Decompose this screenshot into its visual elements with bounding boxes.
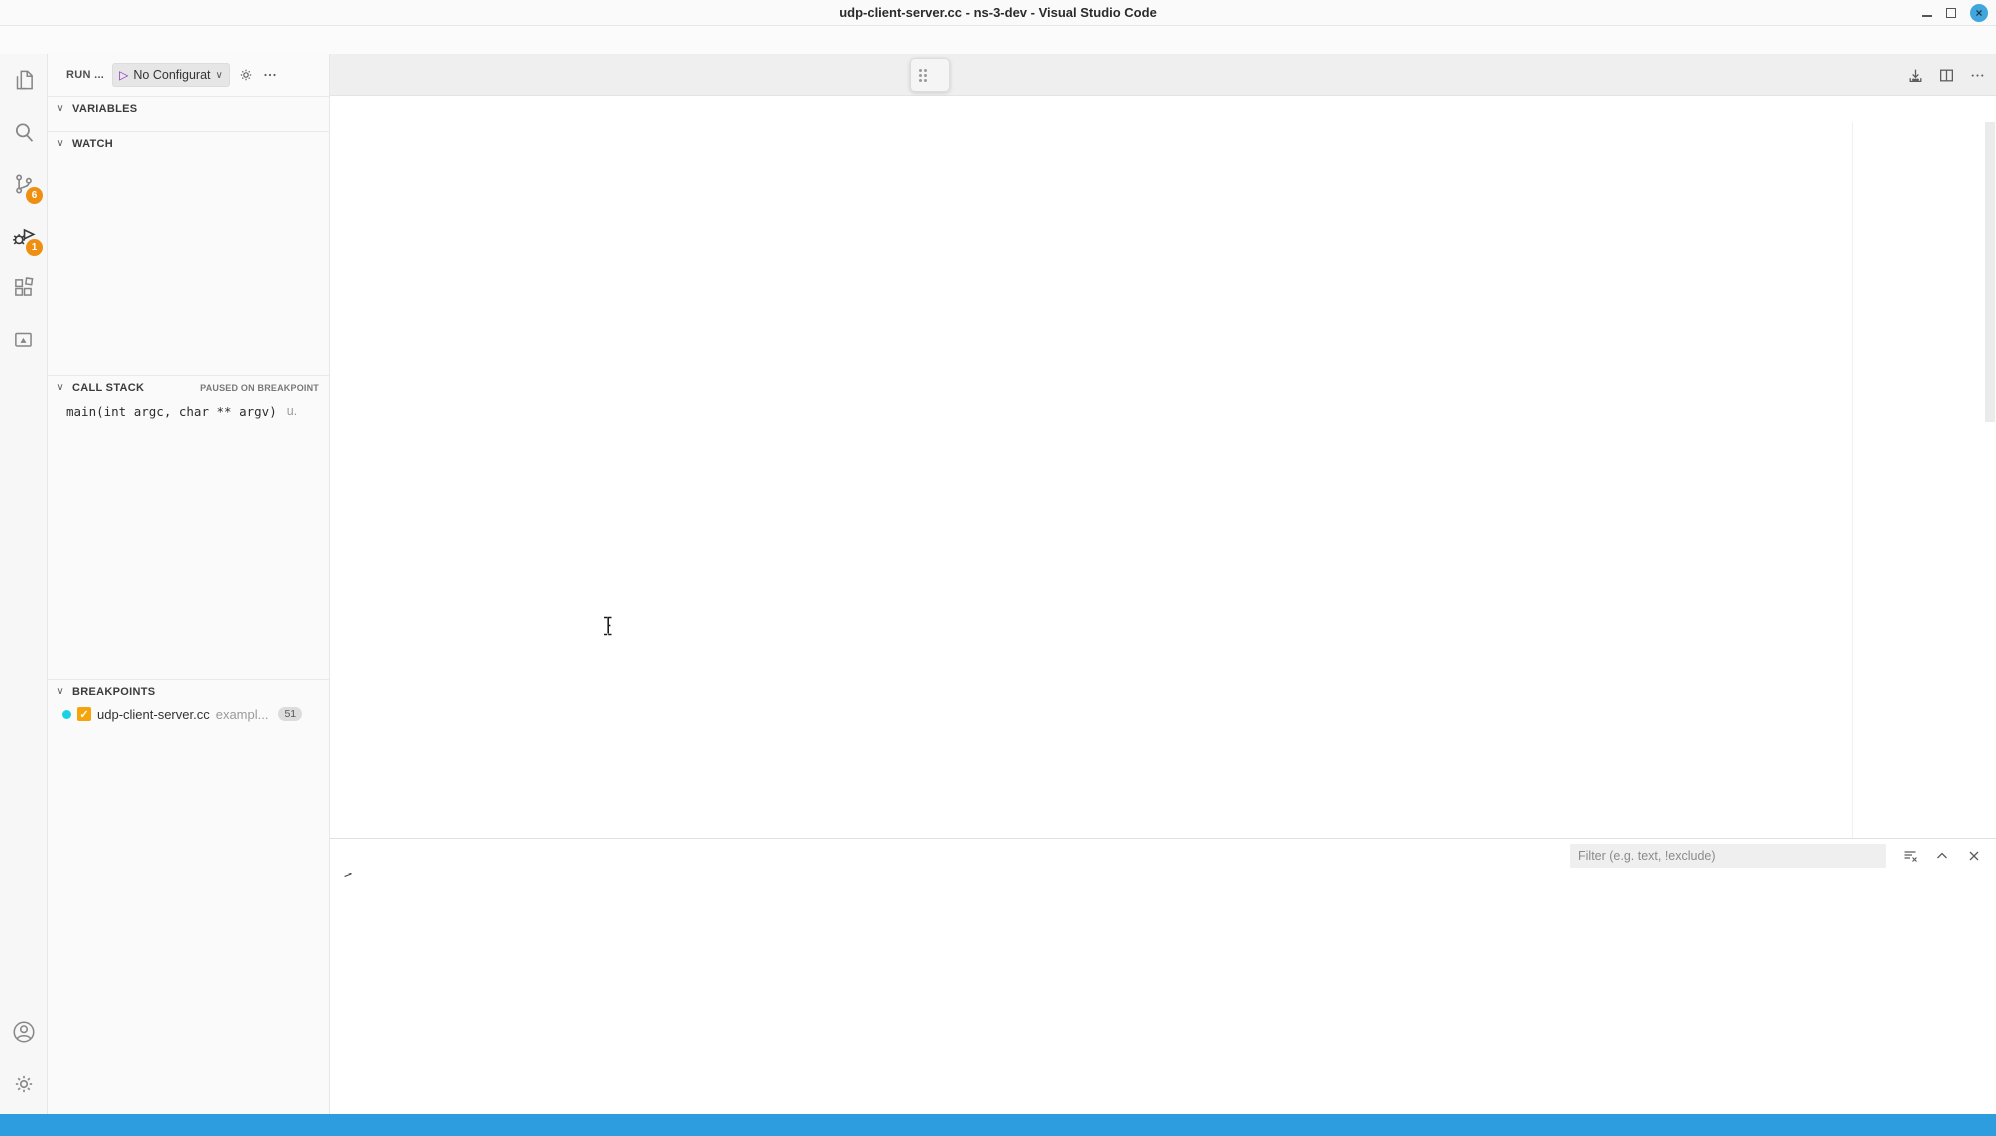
close-panel-icon[interactable] <box>1966 848 1982 864</box>
variables-section-header[interactable]: ∨ VARIABLES <box>48 96 329 120</box>
accounts-icon[interactable] <box>0 1006 48 1058</box>
bottom-panel: > <box>330 838 1996 1114</box>
debug-settings-gear-icon[interactable] <box>238 67 254 83</box>
breadcrumb <box>330 96 1996 122</box>
editor-actions <box>1907 54 1986 96</box>
debug-sidebar: RUN ... ▷ No Configurat ∨ ∨ VARIABLES <box>48 54 330 1114</box>
status-bar <box>0 1114 1996 1136</box>
run-and-debug-icon[interactable]: 1 <box>0 210 48 262</box>
split-editor-icon[interactable] <box>1938 67 1955 84</box>
toolbar-grip-icon[interactable] <box>919 69 927 82</box>
start-debug-icon[interactable]: ▷ <box>119 68 128 82</box>
minimap[interactable] <box>1852 122 1984 838</box>
maximize-panel-icon[interactable] <box>1934 848 1950 864</box>
call-stack-section-header[interactable]: ∨ CALL STACK PAUSED ON BREAKPOINT <box>48 375 329 399</box>
code-editor[interactable] <box>330 122 1996 838</box>
window-title: udp-client-server.cc - ns-3-dev - Visual… <box>839 5 1157 20</box>
menu-bar <box>0 26 1996 54</box>
cmake-tools-icon[interactable] <box>0 314 48 366</box>
source-control-badge: 6 <box>26 187 43 204</box>
debug-badge: 1 <box>26 239 43 256</box>
chevron-down-icon: ∨ <box>216 70 223 81</box>
chevron-down-icon: ∨ <box>54 382 66 393</box>
more-actions-icon[interactable] <box>262 67 278 83</box>
debug-toolbar <box>910 58 950 92</box>
breakpoint-dot-icon <box>62 710 71 719</box>
source-control-icon[interactable]: 6 <box>0 158 48 210</box>
run-file-icon[interactable] <box>1907 67 1924 84</box>
editor-scrollbar[interactable] <box>1984 122 1996 838</box>
breakpoints-section-header[interactable]: ∨ BREAKPOINTS <box>48 679 329 703</box>
breakpoint-row[interactable]: ✓ udp-client-server.cc exampl... 51 <box>48 703 329 725</box>
explorer-icon[interactable] <box>0 54 48 106</box>
extensions-icon[interactable] <box>0 262 48 314</box>
console-prompt[interactable]: > <box>330 873 1996 885</box>
breakpoint-line-badge: 51 <box>278 707 302 721</box>
call-stack-frame[interactable]: main(int argc, char ** argv) u. <box>48 399 329 423</box>
search-icon[interactable] <box>0 106 48 158</box>
breakpoint-checkbox[interactable]: ✓ <box>77 707 91 721</box>
run-panel-header: RUN ... ▷ No Configurat ∨ <box>48 54 329 96</box>
vscode-window: udp-client-server.cc - ns-3-dev - Visual… <box>0 0 1996 1136</box>
mouse-ibeam-cursor <box>602 616 614 636</box>
editor-group: > <box>330 54 1996 1114</box>
console-filter-input[interactable] <box>1570 844 1886 868</box>
paused-on-breakpoint-badge: PAUSED ON BREAKPOINT <box>200 383 319 393</box>
close-icon[interactable]: × <box>1970 4 1988 22</box>
activity-bar: 6 1 <box>0 54 48 1114</box>
run-panel-title: RUN ... <box>66 69 104 81</box>
debug-console-output[interactable]: > <box>330 873 1996 1114</box>
clear-console-icon[interactable] <box>1902 848 1918 864</box>
chevron-down-icon: ∨ <box>54 138 66 149</box>
title-bar: udp-client-server.cc - ns-3-dev - Visual… <box>0 0 1996 26</box>
chevron-down-icon: ∨ <box>54 686 66 697</box>
minimize-icon[interactable] <box>1922 10 1932 17</box>
settings-gear-icon[interactable] <box>0 1058 48 1110</box>
panel-header <box>330 839 1996 873</box>
more-actions-icon[interactable] <box>1969 67 1986 84</box>
maximize-icon[interactable] <box>1946 8 1956 18</box>
watch-section-header[interactable]: ∨ WATCH <box>48 131 329 155</box>
editor-tab-bar <box>330 54 1996 96</box>
debug-config-dropdown[interactable]: ▷ No Configurat ∨ <box>112 63 230 87</box>
chevron-down-icon: ∨ <box>54 103 66 114</box>
